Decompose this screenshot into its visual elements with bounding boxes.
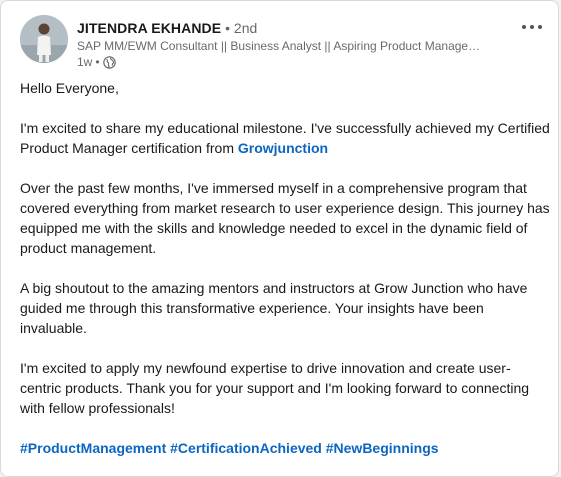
meta-separator: • [95, 55, 100, 69]
hashtag-link[interactable]: #ProductManagement [20, 440, 166, 456]
hashtags: #ProductManagement #CertificationAchieve… [20, 438, 550, 458]
avatar-photo [20, 15, 68, 63]
connection-degree: 2nd [233, 20, 258, 36]
more-options-button[interactable] [516, 15, 548, 39]
company-link[interactable]: Growjunction [238, 140, 328, 156]
avatar[interactable] [20, 15, 68, 63]
hashtag-link[interactable]: #CertificationAchieved [170, 440, 322, 456]
more-horizontal-icon [522, 25, 542, 29]
post-time: 1w [77, 55, 93, 69]
hashtag-link[interactable]: #NewBeginnings [326, 440, 439, 456]
post-paragraph-3: A big shoutout to the amazing mentors an… [20, 280, 528, 336]
post-paragraph-2: Over the past few months, I've immersed … [20, 180, 550, 256]
post-paragraph-1: I'm excited to share my educational mile… [20, 118, 550, 158]
author-name[interactable]: JITENDRA EKHANDE [77, 20, 221, 36]
author-line: JITENDRA EKHANDE • 2nd [77, 18, 257, 38]
globe-icon [102, 55, 116, 69]
post-paragraph-4: I'm excited to apply my newfound experti… [20, 360, 530, 416]
author-headline[interactable]: SAP MM/EWM Consultant || Business Analys… [77, 38, 489, 54]
post-greeting: Hello Everyone, [20, 80, 119, 96]
post-card: JITENDRA EKHANDE • 2nd SAP MM/EWM Consul… [0, 0, 559, 477]
post-body: Hello Everyone, I'm excited to share my … [20, 78, 550, 458]
degree-separator: • [221, 20, 234, 36]
post-meta: 1w • [77, 54, 116, 70]
